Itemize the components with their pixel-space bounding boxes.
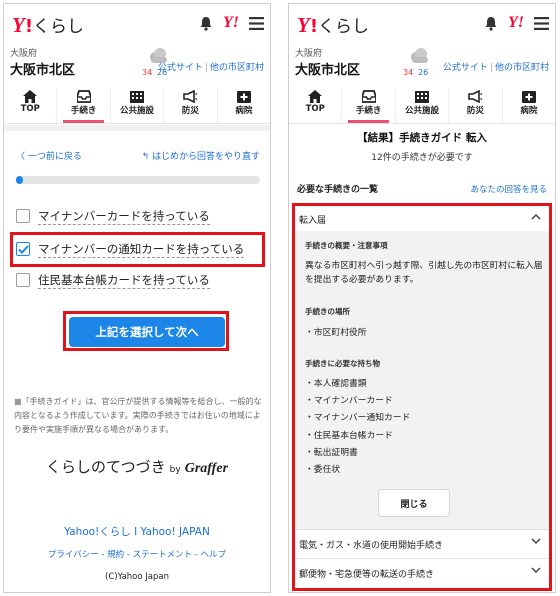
list-item: ・委任状 [305, 465, 341, 476]
footer-policy-links[interactable]: プライバシー - 規約 - ステートメント - ヘルプ [4, 548, 270, 560]
prefecture-label: 大阪府 [295, 49, 323, 59]
progress-fill [16, 176, 24, 184]
brand-logo: くらしのてつづき by Graffer [45, 458, 229, 476]
right-screen: Y!くらし Y! 大阪府 大阪市北区 34 26 公式サイト | 他の市区町村 TO… [288, 3, 556, 593]
inbox-icon [76, 90, 91, 103]
result-subtitle: 12件の手続きが必要です [371, 153, 473, 163]
option-notification-card[interactable]: マイナンバーの通知カードを持っている [16, 238, 262, 260]
main-nav: TOP 手続き 公共施設 防災 病院 [4, 88, 270, 124]
info-square-icon: ■ [14, 397, 22, 406]
disclaimer-text: ■「手続きガイド」は、官公庁が提供する情報等を総合し、一般的な内容となるよう作成… [14, 397, 262, 434]
nav-hospital[interactable]: 病院 [216, 88, 270, 123]
section-title-place: 手続きの場所 [305, 307, 350, 316]
header: Y!くらし Y! [289, 4, 555, 42]
footer-copyright: (C)Yahoo Japan [105, 572, 169, 582]
other-city-link[interactable]: 他の市区町村 [495, 63, 549, 73]
megaphone-icon [183, 90, 198, 103]
home-icon [23, 90, 38, 103]
procedures-accordion: 転入届 手続きの概要・注意事項 異なる市区町村へ引っ越す際、引越し先の市区町村に… [292, 203, 552, 591]
accordion-header-utilities[interactable]: 電気・ガス・水道の使用開始手続き [295, 531, 549, 557]
checkbox-checked[interactable] [16, 242, 30, 256]
yahoo-kurashi-logo[interactable]: Y!くらし [12, 12, 84, 38]
list-item: ・マイナンバー通知カード [305, 413, 411, 424]
nav-hospital[interactable]: 病院 [501, 88, 555, 123]
hospital-icon [521, 91, 536, 103]
close-button[interactable]: 閉じる [378, 489, 450, 517]
nav-disaster[interactable]: 防災 [448, 88, 501, 123]
restart-link[interactable]: ↰ はじめから回答をやり直す [142, 149, 260, 162]
building-icon [415, 91, 430, 103]
yahoo-icon[interactable]: Y! [223, 14, 239, 32]
progress-bar [16, 176, 260, 184]
accordion-body: 手続きの概要・注意事項 異なる市区町村へ引っ越す際、引越し先の市区町村に転入届を… [295, 231, 549, 529]
list-item: ・転出証明書 [305, 447, 358, 458]
next-button[interactable]: 上記を選択して次へ [69, 317, 225, 347]
other-city-link[interactable]: 他の市区町村 [210, 63, 264, 73]
required-items-list: ・本人確認書類 ・マイナンバーカード ・マイナンバー通知カード ・住民基本台帳カ… [305, 376, 410, 479]
option-resident-card[interactable]: 住民基本台帳カードを持っている [16, 269, 262, 291]
section-title-overview: 手続きの概要・注意事項 [305, 241, 388, 250]
menu-icon[interactable] [534, 16, 549, 30]
temp-high: 34 [142, 68, 153, 77]
list-item: ・マイナンバーカード [305, 396, 393, 407]
checkmark-icon [17, 244, 29, 254]
menu-icon[interactable] [249, 16, 264, 30]
megaphone-icon [468, 90, 483, 103]
inbox-icon [361, 90, 376, 103]
yahoo-icon[interactable]: Y! [508, 14, 524, 32]
checkbox[interactable] [16, 209, 30, 223]
nav-procedures[interactable]: 手続き [341, 88, 394, 123]
divider-bar [4, 125, 270, 131]
yahoo-kurashi-logo[interactable]: Y!くらし [297, 12, 369, 38]
building-icon [130, 91, 145, 103]
official-site-link[interactable]: 公式サイト [443, 63, 488, 73]
footer-yahoo-links[interactable]: Yahoo!くらし I Yahoo! JAPAN [4, 524, 270, 539]
official-site-link[interactable]: 公式サイト [158, 63, 203, 73]
left-screen: Y!くらし Y! 大阪府 大阪市北区 34 26 公式サイト | 他の市区町村 TO… [3, 3, 271, 593]
chevron-left-icon: 〈 [16, 152, 28, 162]
place-text: ・市区町村役所 [305, 328, 367, 338]
nav-procedures[interactable]: 手続き [56, 88, 109, 123]
bell-icon[interactable] [484, 16, 498, 31]
location-bar: 大阪府 大阪市北区 34 26 公式サイト | 他の市区町村 [289, 44, 555, 84]
overview-text: 異なる市区町村へ引っ越す際、引越し先の市区町村に転入届を提出する必要があります。 [305, 261, 543, 285]
location-bar: 大阪府 大阪市北区 34 26 公式サイト | 他の市区町村 [4, 44, 270, 84]
city-name: 大阪市北区 [10, 63, 76, 78]
restart-arrow-icon: ↰ [141, 152, 152, 162]
section-title-items: 手続きに必要な持ち物 [305, 359, 380, 368]
bell-icon[interactable] [199, 16, 213, 31]
temp-low: 26 [418, 68, 429, 77]
header: Y!くらし Y! [4, 4, 270, 42]
option-mynumber-card[interactable]: マイナンバーカードを持っている [16, 205, 262, 227]
list-heading: 必要な手続きの一覧 [297, 185, 379, 195]
nav-facilities[interactable]: 公共施設 [394, 88, 448, 123]
divider [295, 529, 549, 530]
chevron-up-icon [531, 213, 541, 220]
main-nav: TOP 手続き 公共施設 防災 病院 [289, 88, 555, 124]
accordion-header-tennyu[interactable]: 転入届 [295, 206, 549, 232]
chevron-down-icon [531, 538, 541, 545]
cloudy-weather-icon [411, 48, 428, 63]
list-item: ・本人確認書類 [305, 379, 367, 389]
view-answers-link[interactable]: あなたの回答を見る [470, 183, 547, 195]
hospital-icon [236, 91, 251, 103]
home-icon [308, 90, 323, 103]
chevron-down-icon [531, 567, 541, 574]
nav-disaster[interactable]: 防災 [163, 88, 216, 123]
divider [295, 558, 549, 559]
checkbox[interactable] [16, 273, 30, 287]
temp-high: 34 [403, 68, 414, 77]
prefecture-label: 大阪府 [10, 49, 38, 59]
nav-facilities[interactable]: 公共施設 [109, 88, 163, 123]
city-name: 大阪市北区 [295, 63, 361, 78]
back-link[interactable]: 〈 一つ前に戻る [16, 149, 82, 162]
list-item: ・住民基本台帳カード [305, 430, 393, 441]
accordion-header-mail-forward[interactable]: 郵便物・宅急便等の転送の手続き [295, 560, 549, 586]
nav-top[interactable]: TOP [4, 88, 56, 123]
nav-top[interactable]: TOP [289, 88, 341, 123]
result-title: 【結果】手続きガイド 転入 [357, 132, 487, 144]
